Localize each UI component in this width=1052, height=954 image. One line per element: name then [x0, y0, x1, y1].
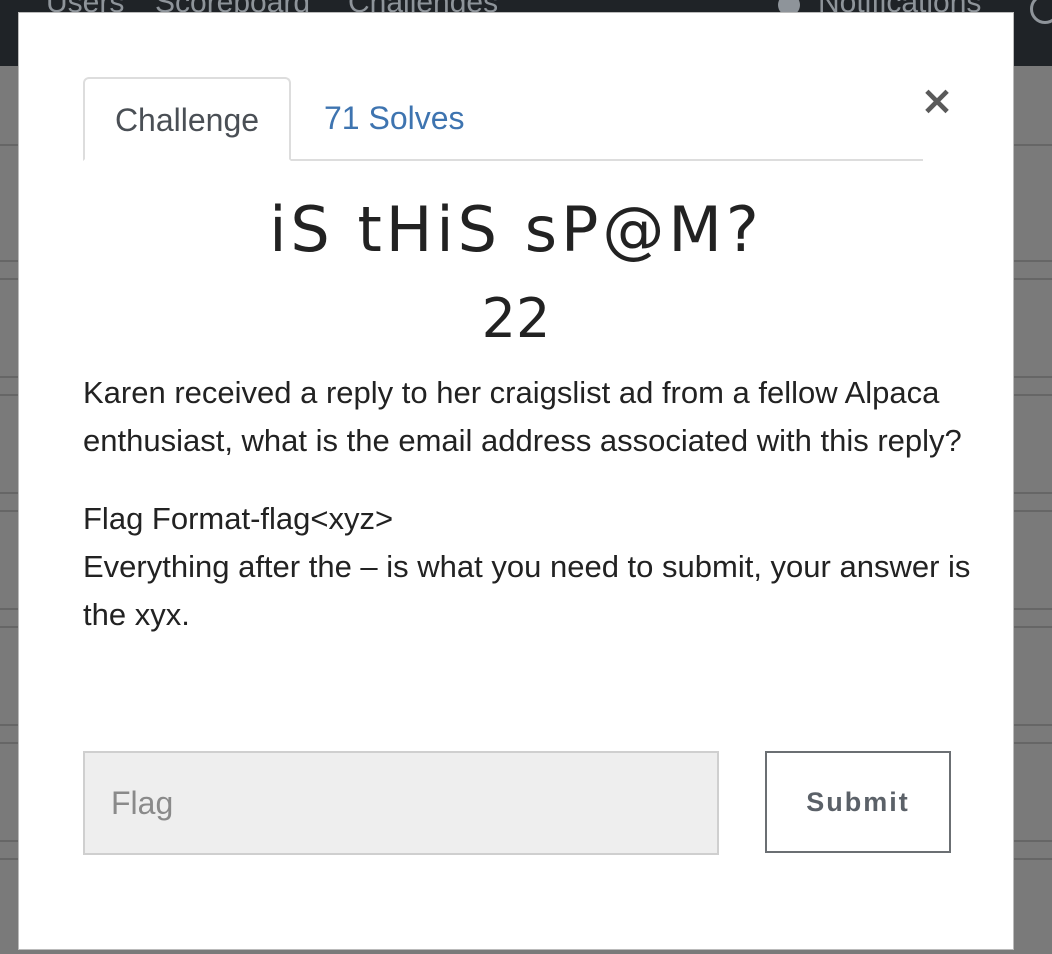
modal-tabs: Challenge 71 Solves	[83, 77, 923, 161]
instruction-text: Everything after the – is what you need …	[83, 549, 971, 632]
description-paragraph: Karen received a reply to her craigslist…	[83, 375, 962, 458]
challenge-modal: × Challenge 71 Solves iS tHiS sP@M? 22 K…	[18, 12, 1014, 950]
submit-button[interactable]: Submit	[765, 751, 951, 853]
challenge-description: Karen received a reply to her craigslist…	[83, 369, 973, 639]
user-icon[interactable]	[1030, 0, 1052, 24]
tab-challenge[interactable]: Challenge	[83, 77, 291, 161]
flag-input[interactable]	[83, 751, 719, 855]
flag-format-text: Flag Format-flag<xyz>	[83, 501, 394, 536]
challenge-title: iS tHiS sP@M?	[269, 193, 763, 266]
close-icon[interactable]: ×	[917, 79, 957, 123]
tab-solves[interactable]: 71 Solves	[291, 77, 498, 161]
challenge-points: 22	[481, 287, 551, 350]
